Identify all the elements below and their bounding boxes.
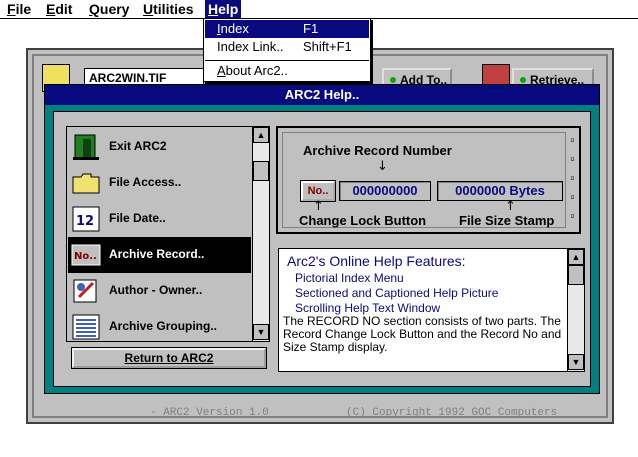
- topic-archive-grouping[interactable]: Archive Grouping..: [68, 309, 251, 341]
- help-text-body: The RECORD NO section consists of two pa…: [283, 314, 562, 354]
- help-text-scrollbar[interactable]: ▲ ▼: [567, 249, 584, 371]
- menu-query[interactable]: Query: [86, 0, 132, 18]
- topic-exit-arc2[interactable]: Exit ARC2: [68, 129, 251, 165]
- help-dialog: ARC2 Help.. Exit ARC2 File Access.. 12 F…: [44, 84, 600, 394]
- scroll-up-arrow-icon[interactable]: ▲: [253, 127, 269, 143]
- menu-item-about[interactable]: About Arc2..: [205, 62, 369, 80]
- topic-file-date[interactable]: 12 File Date..: [68, 201, 251, 237]
- topic-list-scrollbar[interactable]: ▲ ▼: [252, 127, 269, 341]
- topic-file-access[interactable]: File Access..: [68, 165, 251, 201]
- help-link[interactable]: Scrolling Help Text Window: [295, 301, 440, 315]
- pane-edge-decoration: ▫ ▫ ▫ ▫ ▫: [570, 135, 575, 220]
- record-no-icon: No..: [71, 244, 101, 266]
- record-number-display: 000000000: [339, 181, 431, 201]
- calendar-date-icon: 12: [72, 206, 100, 232]
- green-dot-icon: [520, 77, 526, 83]
- menu-item-index-link[interactable]: Index Link.. Shift+F1: [205, 38, 369, 56]
- topic-archive-record[interactable]: No.. Archive Record..: [68, 237, 251, 273]
- svg-text:12: 12: [76, 214, 94, 229]
- menu-item-index[interactable]: Index F1: [205, 20, 369, 38]
- author-icon: [73, 279, 97, 303]
- svg-text:No..: No..: [74, 251, 97, 262]
- arrow-up-icon: ↑: [505, 199, 516, 214]
- change-lock-caption: Change Lock Button: [299, 213, 427, 228]
- exit-door-icon: [73, 134, 99, 160]
- folder-icon: [72, 173, 100, 194]
- arrow-down-icon: ↓: [377, 159, 388, 174]
- scroll-thumb[interactable]: [253, 161, 269, 181]
- status-bar: - ARC2 Version 1.0 (C) Copyright 1992 GO…: [132, 407, 624, 425]
- menu-file[interactable]: File: [4, 0, 34, 18]
- help-topic-list: Exit ARC2 File Access.. 12 File Date.. N…: [66, 126, 270, 342]
- help-picture-pane: Archive Record Number ↓ No.. 000000000 0…: [276, 126, 581, 234]
- copyright-text: (C) Copyright 1992 GOC Computers: [346, 407, 558, 419]
- grouping-list-icon: [72, 314, 100, 340]
- help-text-pane: Arc2's Online Help Features: Pictorial I…: [278, 248, 585, 372]
- change-lock-no-button[interactable]: No..: [300, 180, 336, 202]
- topic-author-owner[interactable]: Author - Owner..: [68, 273, 251, 309]
- arrow-up-icon: ↑: [313, 199, 324, 214]
- file-size-caption: File Size Stamp: [459, 213, 555, 228]
- return-to-arc2-button[interactable]: Return to ARC2: [71, 347, 267, 369]
- scroll-thumb[interactable]: [568, 265, 584, 285]
- file-size-stamp-display: 0000000 Bytes: [437, 181, 563, 201]
- help-link[interactable]: Sectioned and Captioned Help Picture: [295, 286, 498, 300]
- help-dropdown-menu: Index F1 Index Link.. Shift+F1 About Arc…: [203, 18, 371, 82]
- menu-utilities[interactable]: Utilities: [140, 0, 197, 18]
- help-text-title: Arc2's Online Help Features:: [287, 253, 466, 269]
- green-dot-icon: [390, 77, 396, 83]
- menu-separator: [205, 60, 369, 61]
- menu-bar: File Edit Query Utilities Help: [0, 0, 638, 19]
- scroll-down-arrow-icon[interactable]: ▼: [253, 324, 269, 340]
- menu-help[interactable]: Help: [205, 0, 242, 18]
- help-dialog-body: Exit ARC2 File Access.. 12 File Date.. N…: [53, 111, 591, 387]
- scroll-up-arrow-icon[interactable]: ▲: [568, 249, 584, 265]
- picture-heading: Archive Record Number: [303, 143, 452, 158]
- menu-edit[interactable]: Edit: [43, 0, 75, 18]
- help-picture-area: Archive Record Number ↓ No.. 000000000 0…: [282, 132, 566, 228]
- help-link[interactable]: Pictorial Index Menu: [295, 271, 404, 285]
- version-text: - ARC2 Version 1.0: [150, 407, 269, 419]
- scroll-down-arrow-icon[interactable]: ▼: [568, 354, 584, 370]
- help-dialog-title[interactable]: ARC2 Help..: [45, 85, 599, 105]
